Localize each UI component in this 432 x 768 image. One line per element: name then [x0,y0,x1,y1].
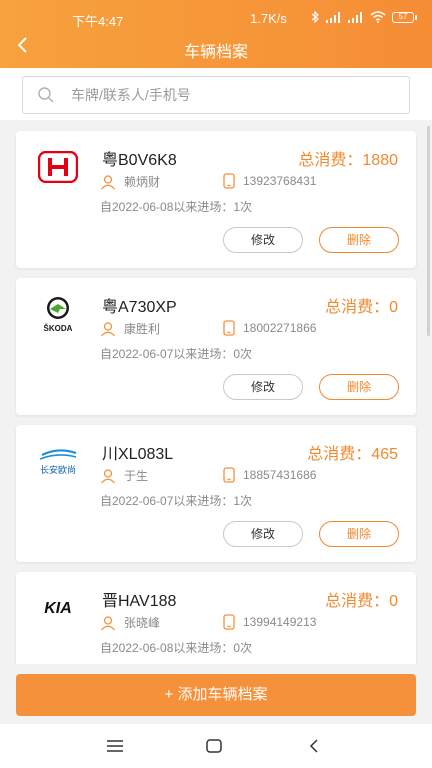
kia-logo-icon: KIA [36,588,80,628]
plate-number: 晋HAV188 [102,593,177,610]
search-input[interactable] [71,77,391,113]
contact-name: 康胜利 [124,322,161,336]
phone: 18002271866 [223,320,316,336]
total-label: 总消费： [325,299,390,316]
delete-button[interactable]: 删除 [319,374,399,400]
edit-button[interactable]: 修改 [223,374,303,400]
phone-icon [223,173,235,189]
total-spend: 总消费：465 [307,440,398,464]
total-spend: 总消费：1880 [298,146,398,170]
home-icon [206,739,222,753]
total-spend: 总消费：0 [325,587,398,611]
user-icon [101,615,115,630]
signal-icon-2 [348,11,362,23]
page-title: 车辆档案 [183,44,248,61]
contact: 于生 [100,467,148,484]
search-icon [38,87,54,103]
vehicle-card[interactable]: ŠKODA 粤A730XP 总消费：0 康胜利 18002271866 自202… [16,278,416,415]
add-vehicle-button[interactable]: + 添加车辆档案 [16,674,416,716]
signal-icon [326,11,340,23]
battery-icon: 57 [392,11,417,23]
total-label: 总消费： [325,593,390,610]
phone-number: 18857431686 [243,468,317,482]
skoda-logo-icon: ŠKODA [36,294,80,334]
menu-icon [107,740,123,752]
phone-icon [223,467,235,483]
phone-icon [223,320,235,336]
changan-oushang-logo-icon: 长安欧尚 [36,441,80,481]
search-box[interactable] [22,76,410,114]
visit-summary: 自2022-06-07以来进场：1次 [100,494,253,508]
changan-logo-text: 长安欧尚 [40,464,76,476]
app-header: 下午4:47 1.7K/s 57 车辆档案 [0,0,432,68]
vehicle-list[interactable]: 粤B0V6K8 总消费：1880 赖炳财 13923768431 自2022-0… [0,120,432,664]
phone-number: 13994149213 [243,615,317,629]
contact: 张晓峰 [100,614,160,631]
user-icon [101,468,115,483]
contact: 赖炳财 [100,173,160,190]
vehicle-card[interactable]: KIA 晋HAV188 总消费：0 张晓峰 13994149213 自2022-… [16,572,416,664]
delete-button[interactable]: 删除 [319,521,399,547]
system-nav-bar [0,724,432,768]
honda-logo-icon [36,147,80,187]
scrollbar[interactable] [427,126,430,336]
visit-summary: 自2022-06-07以来进场：0次 [100,347,253,361]
bluetooth-icon [311,11,319,23]
total-label: 总消费： [307,446,372,463]
phone-number: 13923768431 [243,174,317,188]
kia-logo-text: KIA [44,600,72,617]
edit-button[interactable]: 修改 [223,521,303,547]
phone: 13994149213 [223,614,316,630]
phone: 13923768431 [223,173,316,189]
contact-name: 赖炳财 [124,175,161,189]
total-value: 1880 [362,152,398,169]
plate-number: 粤B0V6K8 [102,152,177,169]
total-value: 0 [389,299,398,316]
vehicle-card[interactable]: 长安欧尚 川XL083L 总消费：465 于生 18857431686 自202… [16,425,416,562]
contact: 康胜利 [100,320,160,337]
status-icons: 57 [311,11,417,23]
skoda-logo-text: ŠKODA [44,324,73,333]
back-icon [309,739,318,753]
wifi-icon [370,11,386,23]
total-value: 0 [389,593,398,610]
plate-number: 粤A730XP [102,299,177,316]
plate-number: 川XL083L [102,446,174,463]
delete-button[interactable]: 删除 [319,227,399,253]
status-bar: 下午4:47 1.7K/s 57 [0,0,432,38]
menu-button[interactable] [105,736,125,756]
vehicle-card[interactable]: 粤B0V6K8 总消费：1880 赖炳财 13923768431 自2022-0… [16,131,416,268]
contact-name: 于生 [124,469,149,483]
phone: 18857431686 [223,467,316,483]
visit-summary: 自2022-06-08以来进场：0次 [100,641,253,655]
total-label: 总消费： [298,152,363,169]
home-button[interactable] [204,736,224,756]
phone-number: 18002271866 [243,321,317,335]
network-speed: 1.7K/s [250,11,287,26]
total-value: 465 [371,446,398,463]
back-nav-button[interactable] [304,736,324,756]
total-spend: 总消费：0 [325,293,398,317]
contact-name: 张晓峰 [124,616,161,630]
phone-icon [223,614,235,630]
search-section [0,68,432,120]
user-icon [101,321,115,336]
visit-summary: 自2022-06-08以来进场：1次 [100,200,253,214]
user-icon [101,174,115,189]
edit-button[interactable]: 修改 [223,227,303,253]
status-time: 下午4:47 [72,14,124,29]
